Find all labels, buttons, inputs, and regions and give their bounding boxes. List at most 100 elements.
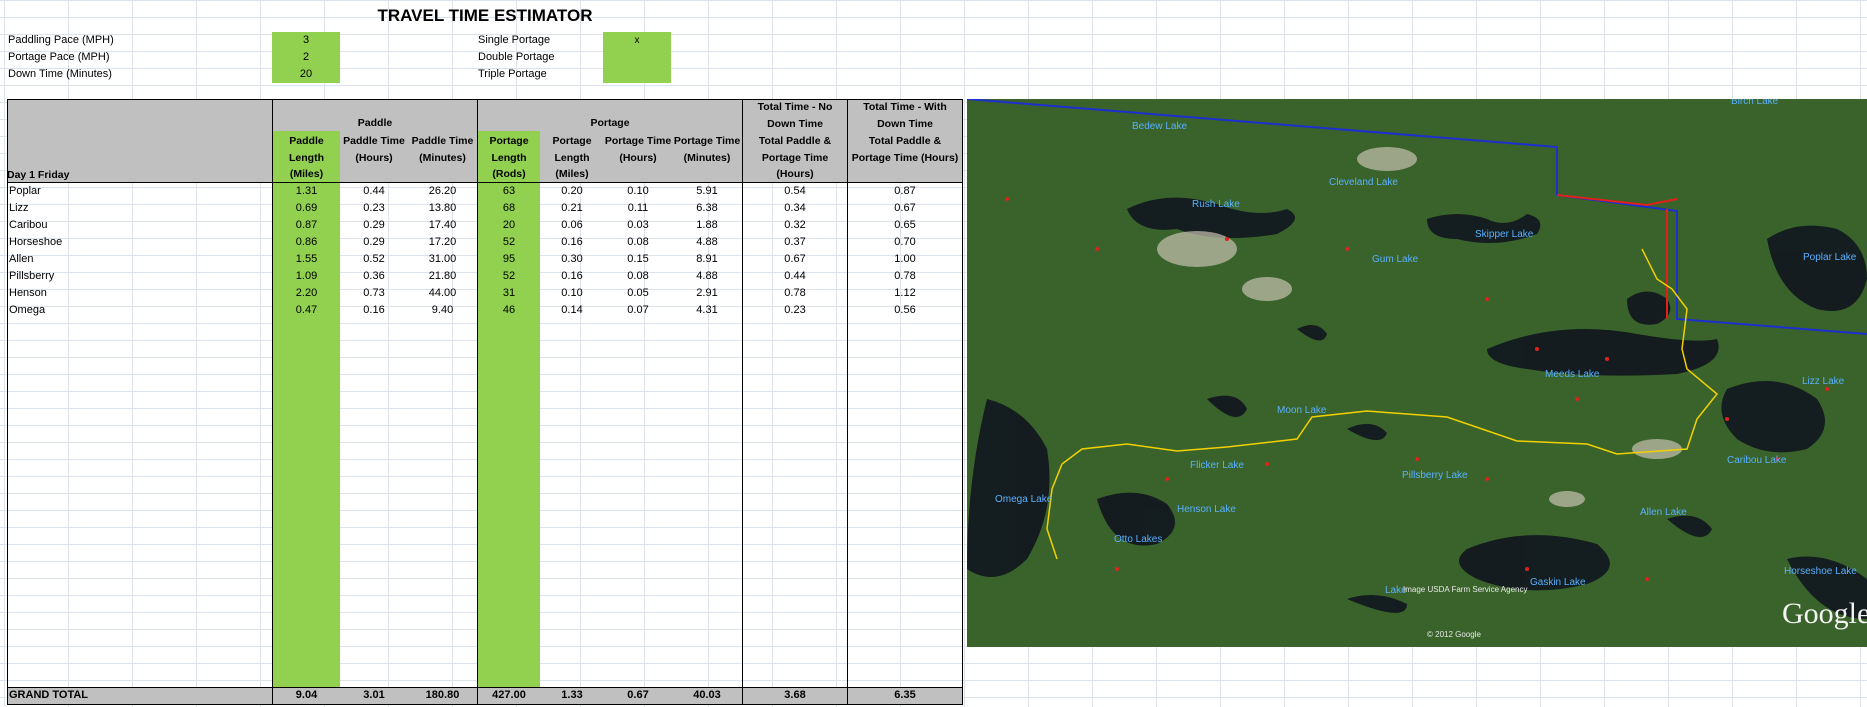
total-portage-miles[interactable]: 1.33 bbox=[540, 687, 604, 704]
cell-paddle-hours[interactable]: 0.29 bbox=[340, 217, 408, 234]
map-label-allen-lake: Allen Lake bbox=[1640, 507, 1687, 518]
cell-paddle-length[interactable]: 1.31 bbox=[273, 183, 340, 200]
cell-total-no-down[interactable]: 0.54 bbox=[743, 183, 847, 200]
cell-total-with-down[interactable]: 0.65 bbox=[848, 217, 962, 234]
cell-paddle-minutes[interactable]: 13.80 bbox=[408, 200, 477, 217]
cell-portage-hours[interactable]: 0.05 bbox=[604, 285, 672, 302]
cell-total-no-down[interactable]: 0.44 bbox=[743, 268, 847, 285]
cell-portage-minutes[interactable]: 1.88 bbox=[672, 217, 742, 234]
cell-total-with-down[interactable]: 0.78 bbox=[848, 268, 962, 285]
cell-portage-minutes[interactable]: 6.38 bbox=[672, 200, 742, 217]
cell-portage-rods[interactable]: 95 bbox=[478, 251, 540, 268]
cell-portage-minutes[interactable]: 8.91 bbox=[672, 251, 742, 268]
cell-total-with-down[interactable]: 0.56 bbox=[848, 302, 962, 319]
cell-total-no-down[interactable]: 0.34 bbox=[743, 200, 847, 217]
total-paddle-length[interactable]: 9.04 bbox=[273, 687, 340, 704]
param-cell-portage-pace[interactable]: 2 bbox=[272, 49, 340, 66]
cell-total-with-down[interactable]: 0.70 bbox=[848, 234, 962, 251]
param-cell-paddling-pace[interactable]: 3 bbox=[272, 32, 340, 49]
cell-paddle-hours[interactable]: 0.36 bbox=[340, 268, 408, 285]
option-cell-single-portage[interactable]: x bbox=[603, 32, 671, 49]
cell-portage-hours[interactable]: 0.03 bbox=[604, 217, 672, 234]
cell-total-with-down[interactable]: 0.67 bbox=[848, 200, 962, 217]
row-lake-name[interactable]: Poplar bbox=[9, 183, 41, 200]
cell-portage-miles[interactable]: 0.16 bbox=[540, 234, 604, 251]
cell-portage-hours[interactable]: 0.10 bbox=[604, 183, 672, 200]
row-lake-name[interactable]: Horseshoe bbox=[9, 234, 62, 251]
total-paddle-minutes[interactable]: 180.80 bbox=[408, 687, 477, 704]
cell-paddle-hours[interactable]: 0.16 bbox=[340, 302, 408, 319]
cell-paddle-minutes[interactable]: 17.40 bbox=[408, 217, 477, 234]
cell-portage-rods[interactable]: 46 bbox=[478, 302, 540, 319]
total-no-down[interactable]: 3.68 bbox=[743, 687, 847, 704]
table-row: Poplar 1.31 0.44 26.20 63 0.20 0.10 5.91 0.54 0.8… bbox=[7, 183, 962, 200]
cell-paddle-minutes[interactable]: 26.20 bbox=[408, 183, 477, 200]
cell-portage-rods[interactable]: 20 bbox=[478, 217, 540, 234]
total-portage-minutes[interactable]: 40.03 bbox=[672, 687, 742, 704]
col-header-paddle-minutes: Paddle Time (Minutes) bbox=[411, 135, 474, 164]
cell-portage-rods[interactable]: 63 bbox=[478, 183, 540, 200]
cell-portage-rods[interactable]: 52 bbox=[478, 268, 540, 285]
cell-portage-hours[interactable]: 0.08 bbox=[604, 268, 672, 285]
map-label-henson-lake: Henson Lake bbox=[1177, 504, 1236, 515]
cell-portage-miles[interactable]: 0.16 bbox=[540, 268, 604, 285]
cell-portage-minutes[interactable]: 2.91 bbox=[672, 285, 742, 302]
cell-portage-miles[interactable]: 0.30 bbox=[540, 251, 604, 268]
cell-portage-miles[interactable]: 0.14 bbox=[540, 302, 604, 319]
cell-paddle-hours[interactable]: 0.52 bbox=[340, 251, 408, 268]
cell-total-no-down[interactable]: 0.78 bbox=[743, 285, 847, 302]
cell-paddle-length[interactable]: 1.09 bbox=[273, 268, 340, 285]
row-lake-name[interactable]: Allen bbox=[9, 251, 33, 268]
cell-paddle-length[interactable]: 0.69 bbox=[273, 200, 340, 217]
cell-portage-miles[interactable]: 0.06 bbox=[540, 217, 604, 234]
cell-total-no-down[interactable]: 0.67 bbox=[743, 251, 847, 268]
cell-portage-minutes[interactable]: 5.91 bbox=[672, 183, 742, 200]
row-lake-name[interactable]: Omega bbox=[9, 302, 45, 319]
satellite-map-image[interactable]: Birch Lake Bedew Lake Rush Lake Clevelan… bbox=[967, 99, 1867, 647]
row-lake-name[interactable]: Henson bbox=[9, 285, 47, 302]
cell-portage-hours[interactable]: 0.15 bbox=[604, 251, 672, 268]
cell-portage-rods[interactable]: 52 bbox=[478, 234, 540, 251]
cell-paddle-hours[interactable]: 0.44 bbox=[340, 183, 408, 200]
total-portage-hours[interactable]: 0.67 bbox=[604, 687, 672, 704]
cell-total-no-down[interactable]: 0.32 bbox=[743, 217, 847, 234]
row-lake-name[interactable]: Lizz bbox=[9, 200, 29, 217]
cell-paddle-length[interactable]: 1.55 bbox=[273, 251, 340, 268]
cell-paddle-hours[interactable]: 0.23 bbox=[340, 200, 408, 217]
cell-paddle-length[interactable]: 0.47 bbox=[273, 302, 340, 319]
cell-portage-minutes[interactable]: 4.88 bbox=[672, 234, 742, 251]
cell-portage-hours[interactable]: 0.08 bbox=[604, 234, 672, 251]
cell-paddle-minutes[interactable]: 21.80 bbox=[408, 268, 477, 285]
cell-portage-rods[interactable]: 31 bbox=[478, 285, 540, 302]
cell-portage-miles[interactable]: 0.20 bbox=[540, 183, 604, 200]
cell-portage-hours[interactable]: 0.07 bbox=[604, 302, 672, 319]
cell-paddle-hours[interactable]: 0.29 bbox=[340, 234, 408, 251]
cell-total-with-down[interactable]: 1.00 bbox=[848, 251, 962, 268]
cell-paddle-length[interactable]: 0.86 bbox=[273, 234, 340, 251]
cell-portage-minutes[interactable]: 4.88 bbox=[672, 268, 742, 285]
cell-portage-minutes[interactable]: 4.31 bbox=[672, 302, 742, 319]
row-lake-name[interactable]: Caribou bbox=[9, 217, 48, 234]
total-paddle-hours[interactable]: 3.01 bbox=[340, 687, 408, 704]
cell-paddle-minutes[interactable]: 31.00 bbox=[408, 251, 477, 268]
option-cell-triple-portage[interactable] bbox=[603, 66, 671, 83]
cell-paddle-length[interactable]: 2.20 bbox=[273, 285, 340, 302]
row-lake-name[interactable]: Pillsberry bbox=[9, 268, 54, 285]
cell-paddle-minutes[interactable]: 17.20 bbox=[408, 234, 477, 251]
cell-portage-miles[interactable]: 0.10 bbox=[540, 285, 604, 302]
cell-portage-rods[interactable]: 68 bbox=[478, 200, 540, 217]
cell-paddle-length[interactable]: 0.87 bbox=[273, 217, 340, 234]
cell-total-with-down[interactable]: 0.87 bbox=[848, 183, 962, 200]
option-cell-double-portage[interactable] bbox=[603, 49, 671, 66]
cell-paddle-hours[interactable]: 0.73 bbox=[340, 285, 408, 302]
cell-total-no-down[interactable]: 0.23 bbox=[743, 302, 847, 319]
total-with-down[interactable]: 6.35 bbox=[848, 687, 962, 704]
param-cell-down-time[interactable]: 20 bbox=[272, 66, 340, 83]
cell-portage-miles[interactable]: 0.21 bbox=[540, 200, 604, 217]
total-portage-rods[interactable]: 427.00 bbox=[478, 687, 540, 704]
cell-paddle-minutes[interactable]: 9.40 bbox=[408, 302, 477, 319]
cell-portage-hours[interactable]: 0.11 bbox=[604, 200, 672, 217]
cell-total-no-down[interactable]: 0.37 bbox=[743, 234, 847, 251]
cell-paddle-minutes[interactable]: 44.00 bbox=[408, 285, 477, 302]
cell-total-with-down[interactable]: 1.12 bbox=[848, 285, 962, 302]
